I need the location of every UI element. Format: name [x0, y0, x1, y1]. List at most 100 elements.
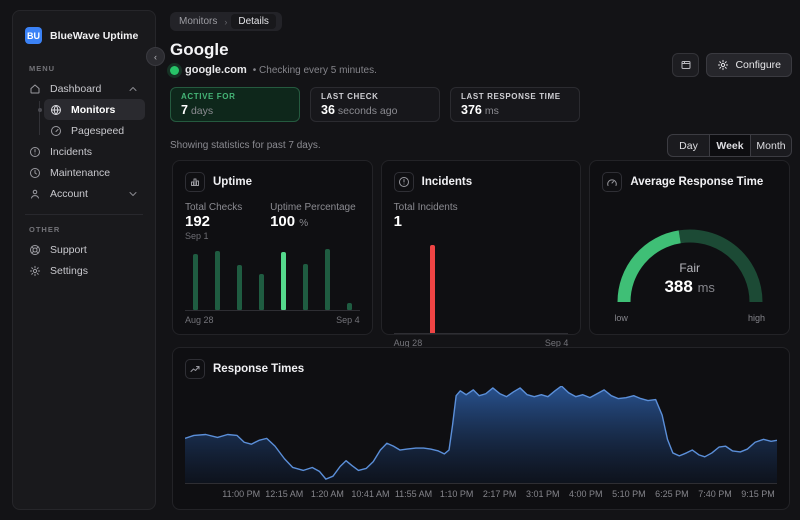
chevron-up-icon [127, 83, 139, 95]
gauge-max-label: high [748, 313, 765, 323]
total-checks-date: Sep 1 [185, 231, 242, 241]
stat-label: ACTIVE FOR [181, 92, 289, 101]
pause-monitor-button[interactable] [672, 53, 699, 77]
breadcrumb-separator-icon: › [224, 17, 227, 27]
uptime-bar[interactable] [347, 303, 352, 310]
breadcrumb-details[interactable]: Details [231, 14, 276, 29]
card-title: Response Times [213, 363, 304, 375]
logo-badge: BU [25, 27, 42, 44]
gauge-status: Fair [602, 261, 777, 275]
header-actions: Configure [672, 53, 792, 77]
sidebar-item-support[interactable]: Support [23, 239, 145, 260]
uptime-bar[interactable] [325, 249, 330, 310]
uptime-percentage-label: Uptime Percentage [270, 202, 356, 213]
alert-circle-icon [29, 145, 42, 158]
other-section-label: OTHER [23, 219, 145, 239]
sidebar-collapse-button[interactable]: ‹ [146, 47, 165, 66]
response-time-gauge: Fair 388 ms low high [602, 209, 777, 321]
stats-row: ACTIVE FOR 7days LAST CHECK 36seconds ag… [170, 87, 580, 122]
incidents-card: Incidents Total Incidents 1 Aug 28 Sep 4 [381, 160, 582, 335]
x-axis-tick-label: 2:17 PM [483, 489, 517, 499]
uptime-bar[interactable] [215, 251, 220, 310]
sidebar-item-maintenance[interactable]: Maintenance [23, 162, 145, 183]
toggle-day[interactable]: Day [668, 135, 709, 156]
total-incidents-value: 1 [394, 213, 569, 230]
gauge-min-label: low [614, 313, 628, 323]
alert-circle-icon [394, 172, 414, 192]
breadcrumb: Monitors › Details [170, 12, 282, 31]
response-times-chart[interactable] [185, 386, 777, 484]
monitor-status-row: google.com • Checking every 5 minutes. [170, 64, 377, 76]
stat-value: 376 [461, 103, 482, 117]
uptime-bar-chart [185, 249, 360, 311]
browser-window-icon [680, 59, 692, 71]
sidebar-item-monitors[interactable]: Monitors [44, 99, 145, 120]
sidebar-item-incidents[interactable]: Incidents [23, 141, 145, 162]
total-checks-label: Total Checks [185, 202, 242, 213]
card-title: Uptime [213, 176, 252, 188]
submenu-dot [38, 108, 42, 112]
uptime-bar[interactable] [193, 254, 198, 310]
sidebar-menu: DashboardMonitorsPagespeedIncidentsMaint… [23, 78, 145, 204]
stat-label: LAST RESPONSE TIME [461, 92, 569, 101]
stat-unit: days [191, 105, 213, 117]
globe-icon [50, 103, 63, 116]
stat-label: LAST CHECK [321, 92, 429, 101]
uptime-bar[interactable] [259, 274, 264, 310]
uptime-bar[interactable] [237, 265, 242, 310]
x-axis-tick-label: 1:20 AM [311, 489, 344, 499]
x-axis-start: Aug 28 [185, 315, 214, 325]
x-axis-tick-label: 1:10 PM [440, 489, 474, 499]
chevron-left-icon: ‹ [154, 52, 157, 62]
stat-card-last-response-time: LAST RESPONSE TIME 376ms [450, 87, 580, 122]
charts-row: Uptime Total Checks 192 Sep 1 Uptime Per… [172, 160, 790, 335]
sidebar-item-dashboard[interactable]: Dashboard [23, 78, 145, 99]
response-times-x-axis: 11:00 PM 12:15 AM 1:20 AM 10:41 AM 11:55 AM 1… [185, 489, 777, 505]
x-axis-end: Sep 4 [336, 315, 360, 325]
clock-icon [29, 166, 42, 179]
configure-button[interactable]: Configure [706, 53, 792, 77]
toggle-month[interactable]: Month [750, 135, 791, 156]
app-logo[interactable]: BU BlueWave Uptime [23, 25, 145, 58]
gauge-value: 388 ms [602, 277, 777, 297]
uptime-bar[interactable] [303, 264, 308, 310]
stat-card-last-check: LAST CHECK 36seconds ago [310, 87, 440, 122]
sidebar-item-pagespeed[interactable]: Pagespeed [44, 120, 145, 141]
x-axis-tick-label: 12:15 AM [265, 489, 303, 499]
stats-period-caption: Showing statistics for past 7 days. [170, 140, 321, 151]
sidebar-submenu: MonitorsPagespeed [35, 99, 145, 141]
sidebar: BU BlueWave Uptime ‹ MENU DashboardMonit… [12, 10, 156, 510]
page-title: Google [170, 40, 229, 60]
incidents-bar-chart [394, 240, 569, 334]
trend-up-icon [185, 359, 205, 379]
sidebar-item-account[interactable]: Account [23, 183, 145, 204]
x-axis-tick-label: 4:00 PM [569, 489, 603, 499]
x-axis-tick-label: 10:41 AM [351, 489, 389, 499]
sidebar-item-settings[interactable]: Settings [23, 260, 145, 281]
x-axis-tick-label: 9:15 PM [741, 489, 775, 499]
monitor-host[interactable]: google.com [185, 64, 247, 76]
average-response-time-card: Average Response Time Fair 388 ms low hi… [589, 160, 790, 335]
x-axis-tick-label: 11:55 AM [395, 489, 432, 499]
toggle-week[interactable]: Week [709, 135, 750, 156]
gauge-icon [602, 172, 622, 192]
uptime-bar[interactable] [281, 252, 286, 310]
stat-value: 7 [181, 103, 188, 117]
app-title: BlueWave Uptime [50, 30, 138, 42]
chevron-down-icon [127, 188, 139, 200]
gear-icon [29, 264, 42, 277]
x-axis-tick-label: 11:00 PM [222, 489, 260, 499]
home-icon [29, 82, 42, 95]
total-incidents-label: Total Incidents [394, 202, 569, 213]
incident-bar[interactable] [430, 245, 435, 333]
breadcrumb-monitors[interactable]: Monitors [179, 16, 217, 27]
menu-section-label: MENU [23, 58, 145, 78]
x-axis-tick-label: 7:40 PM [698, 489, 732, 499]
total-checks-value: 192 [185, 213, 242, 230]
uptime-card: Uptime Total Checks 192 Sep 1 Uptime Per… [172, 160, 373, 335]
speedometer-icon [50, 124, 63, 137]
card-title: Incidents [422, 176, 472, 188]
stat-value: 36 [321, 103, 335, 117]
gear-icon [717, 59, 729, 71]
sidebar-divider [25, 214, 143, 215]
